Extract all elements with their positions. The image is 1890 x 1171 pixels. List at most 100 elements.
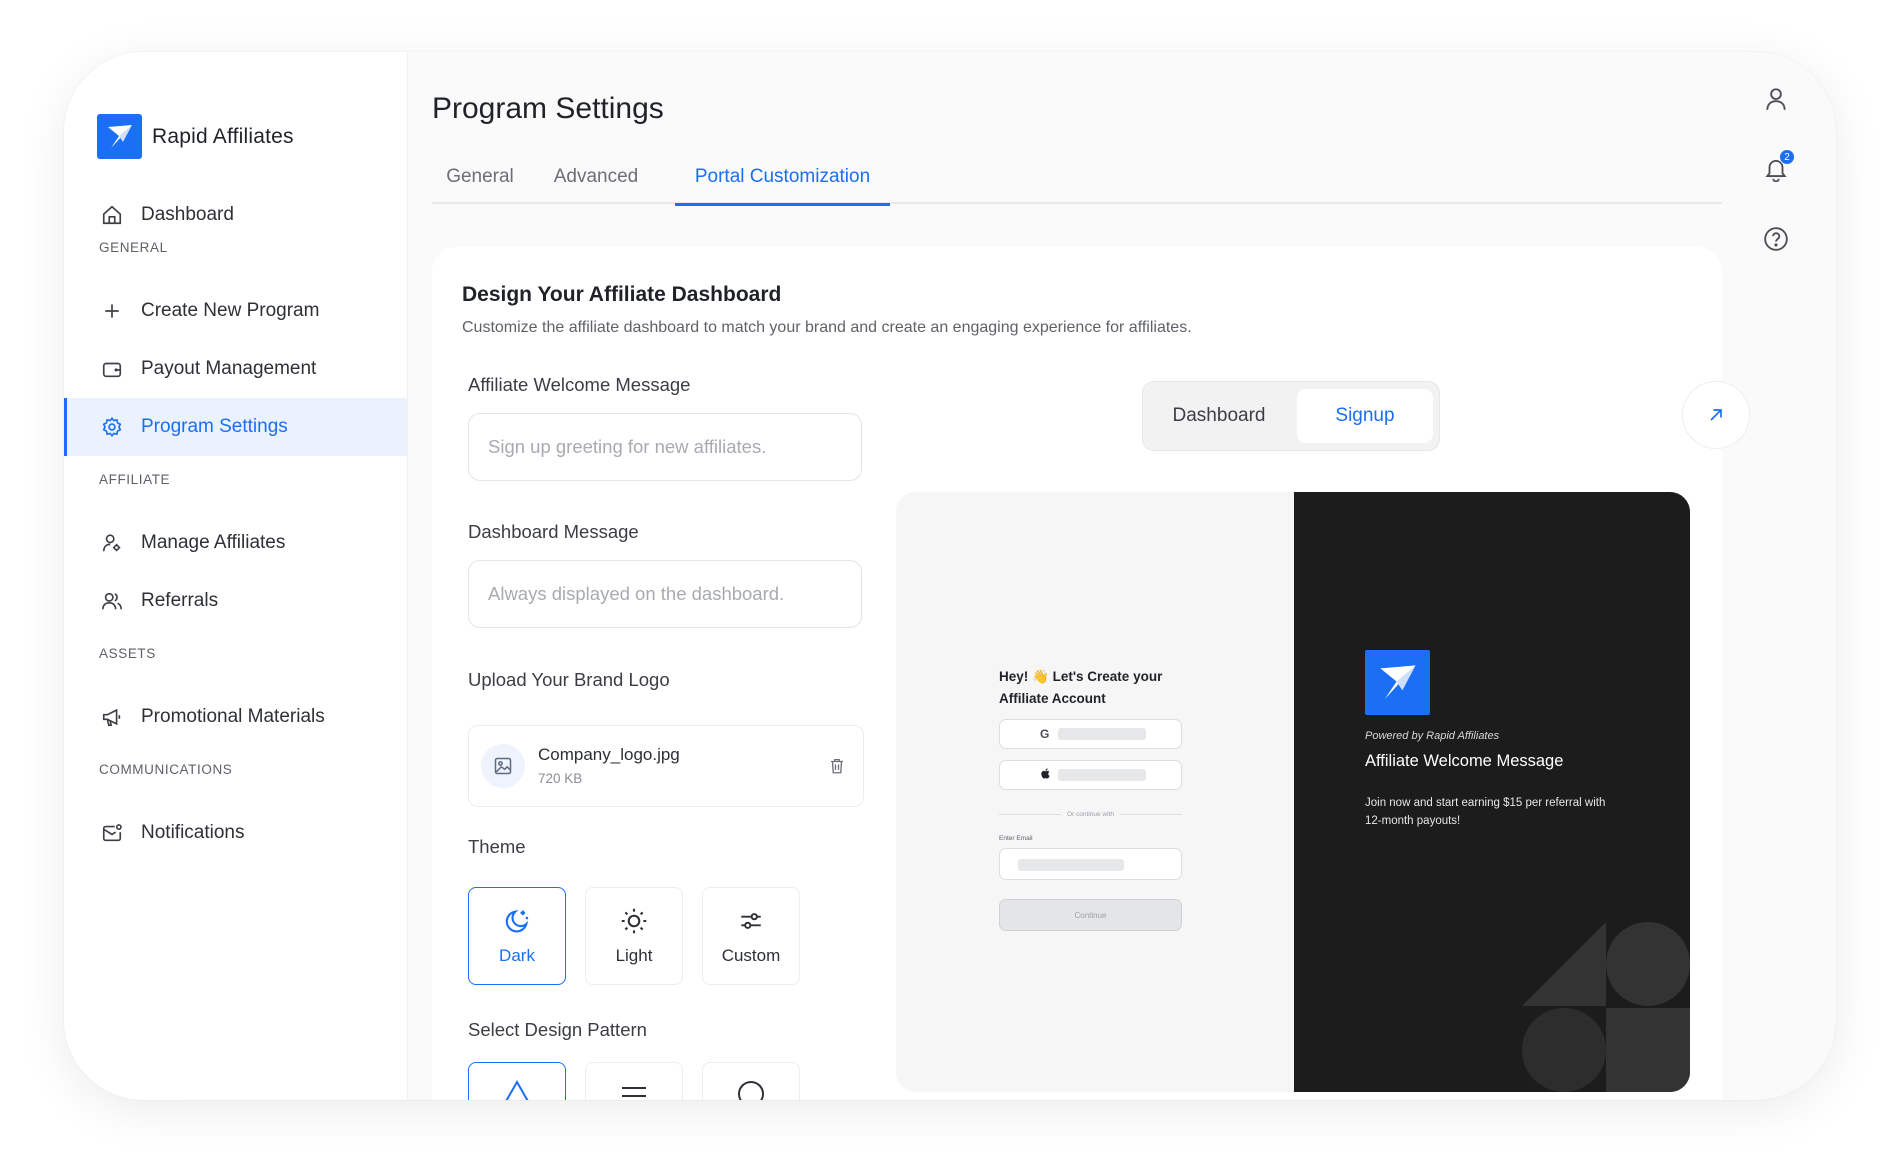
portal-customization-card: Design Your Affiliate Dashboard Customiz… bbox=[432, 247, 1750, 1100]
dashboard-message-label: Dashboard Message bbox=[468, 521, 639, 542]
megaphone-icon bbox=[99, 704, 125, 730]
sidebar-item-label: Promotional Materials bbox=[141, 706, 325, 727]
card-description: Customize the affiliate dashboard to mat… bbox=[462, 319, 1192, 336]
open-preview-button[interactable] bbox=[1682, 381, 1750, 449]
theme-option-custom[interactable]: Custom bbox=[702, 887, 800, 985]
brand-name: Rapid Affiliates bbox=[152, 124, 294, 148]
logo-file-name: Company_logo.jpg bbox=[538, 745, 680, 764]
sidebar: Rapid Affiliates Dashboard GENERAL Creat… bbox=[64, 52, 408, 1100]
preview-continue-button[interactable]: Continue bbox=[999, 899, 1182, 931]
delete-logo-button[interactable] bbox=[823, 752, 851, 780]
tab-advanced[interactable]: Advanced bbox=[536, 164, 656, 204]
help-button[interactable] bbox=[1759, 222, 1793, 256]
preview-signup-form: Hey! 👋 Let's Create your Affiliate Accou… bbox=[896, 492, 1294, 1092]
decorative-pattern bbox=[1522, 922, 1690, 1092]
wallet-icon bbox=[99, 356, 125, 382]
sidebar-item-create-program[interactable]: Create New Program bbox=[64, 282, 407, 340]
sidebar-item-label: Referrals bbox=[141, 590, 219, 611]
preview-divider: Or continue with bbox=[999, 811, 1182, 818]
preview-google-button[interactable]: G bbox=[999, 719, 1182, 749]
welcome-message-input[interactable] bbox=[468, 413, 862, 481]
tab-bar: General Advanced Portal Customization bbox=[432, 164, 1722, 206]
brand[interactable]: Rapid Affiliates bbox=[97, 114, 294, 159]
sun-icon bbox=[620, 906, 648, 936]
brand-logo-icon bbox=[97, 114, 142, 159]
apple-icon bbox=[1040, 767, 1052, 783]
logo-file-size: 720 KB bbox=[538, 771, 583, 786]
preview-email-input[interactable] bbox=[999, 848, 1182, 880]
page-title: Program Settings bbox=[432, 92, 664, 125]
user-settings-icon bbox=[99, 530, 125, 556]
section-label-affiliate: AFFILIATE bbox=[99, 472, 171, 487]
theme-option-light[interactable]: Light bbox=[585, 887, 683, 985]
sidebar-item-manage-affiliates[interactable]: Manage Affiliates bbox=[64, 514, 407, 572]
preview-or-text: Or continue with bbox=[1067, 811, 1114, 818]
tab-general[interactable]: General bbox=[432, 164, 528, 204]
theme-label: Theme bbox=[468, 836, 526, 857]
sidebar-item-label: Create New Program bbox=[141, 300, 320, 321]
pattern-option-triangle[interactable] bbox=[468, 1062, 566, 1100]
circle-icon bbox=[738, 1081, 764, 1100]
app-window: Rapid Affiliates Dashboard GENERAL Creat… bbox=[64, 52, 1836, 1100]
signup-preview: Hey! 👋 Let's Create your Affiliate Accou… bbox=[896, 492, 1690, 1092]
brand-logo-label: Upload Your Brand Logo bbox=[468, 669, 670, 690]
placeholder-bar bbox=[1058, 769, 1146, 781]
google-icon: G bbox=[1040, 727, 1050, 741]
sidebar-item-dashboard[interactable]: Dashboard bbox=[64, 186, 407, 244]
pattern-option-circle[interactable] bbox=[702, 1062, 800, 1100]
notifications-button[interactable]: 2 bbox=[1759, 149, 1795, 186]
sidebar-item-promotional-materials[interactable]: Promotional Materials bbox=[64, 688, 407, 746]
theme-option-label: Dark bbox=[499, 946, 535, 965]
profile-button[interactable] bbox=[1759, 82, 1793, 116]
welcome-message-label: Affiliate Welcome Message bbox=[468, 374, 691, 395]
sidebar-item-label: Dashboard bbox=[141, 204, 234, 225]
sidebar-item-payout-management[interactable]: Payout Management bbox=[64, 340, 407, 398]
preview-toggle-dashboard[interactable]: Dashboard bbox=[1151, 389, 1287, 443]
plus-icon bbox=[99, 298, 125, 324]
preview-email-label: Enter Email bbox=[999, 835, 1033, 842]
sidebar-item-notifications[interactable]: Notifications bbox=[64, 804, 407, 862]
preview-toggle-signup[interactable]: Signup bbox=[1297, 389, 1433, 443]
sidebar-item-label: Manage Affiliates bbox=[141, 532, 286, 553]
help-icon bbox=[1764, 227, 1788, 251]
arrow-up-right-icon bbox=[1710, 409, 1722, 421]
preview-welcome-message: Affiliate Welcome Message bbox=[1365, 752, 1564, 770]
preview-apple-button[interactable] bbox=[999, 760, 1182, 790]
preview-powered-by: Powered by Rapid Affiliates bbox=[1365, 730, 1500, 742]
section-label-general: GENERAL bbox=[99, 240, 168, 255]
preview-welcome-description: Join now and start earning $15 per refer… bbox=[1365, 797, 1606, 827]
logo-upload-item[interactable]: Company_logo.jpg 720 KB bbox=[468, 725, 864, 807]
user-icon bbox=[1766, 88, 1786, 110]
theme-option-dark[interactable]: Dark bbox=[468, 887, 566, 985]
preview-brand-logo-icon bbox=[1365, 650, 1430, 715]
mail-notification-icon bbox=[99, 820, 125, 846]
triangle-icon bbox=[505, 1079, 529, 1100]
preview-toggle: Dashboard Signup bbox=[1142, 381, 1440, 451]
sidebar-item-referrals[interactable]: Referrals bbox=[64, 572, 407, 630]
theme-option-label: Custom bbox=[721, 946, 781, 965]
sidebar-item-label: Program Settings bbox=[141, 416, 288, 437]
preview-welcome-panel: Powered by Rapid Affiliates Affiliate We… bbox=[1294, 492, 1690, 1092]
preview-heading: Hey! 👋 Let's Create your Affiliate Accou… bbox=[999, 669, 1163, 706]
sidebar-item-label: Payout Management bbox=[141, 358, 317, 379]
design-pattern-label: Select Design Pattern bbox=[468, 1019, 647, 1040]
placeholder-bar bbox=[1058, 728, 1146, 740]
moon-icon bbox=[503, 906, 531, 936]
pattern-option-lines[interactable] bbox=[585, 1062, 683, 1100]
theme-option-label: Light bbox=[615, 946, 653, 965]
image-icon bbox=[481, 744, 525, 788]
home-icon bbox=[99, 202, 125, 228]
section-label-assets: ASSETS bbox=[99, 646, 156, 661]
gear-icon bbox=[99, 414, 125, 440]
card-title: Design Your Affiliate Dashboard bbox=[462, 283, 782, 306]
section-label-communications: COMMUNICATIONS bbox=[99, 762, 233, 777]
users-icon bbox=[99, 588, 125, 614]
notification-count-badge: 2 bbox=[1779, 149, 1795, 165]
sidebar-item-program-settings[interactable]: Program Settings bbox=[64, 398, 407, 456]
lines-icon bbox=[622, 1087, 646, 1097]
sidebar-item-label: Notifications bbox=[141, 822, 245, 843]
tab-portal-customization[interactable]: Portal Customization bbox=[675, 164, 890, 206]
dashboard-message-input[interactable] bbox=[468, 560, 862, 628]
sliders-icon bbox=[738, 906, 764, 936]
placeholder-bar bbox=[1018, 859, 1124, 871]
